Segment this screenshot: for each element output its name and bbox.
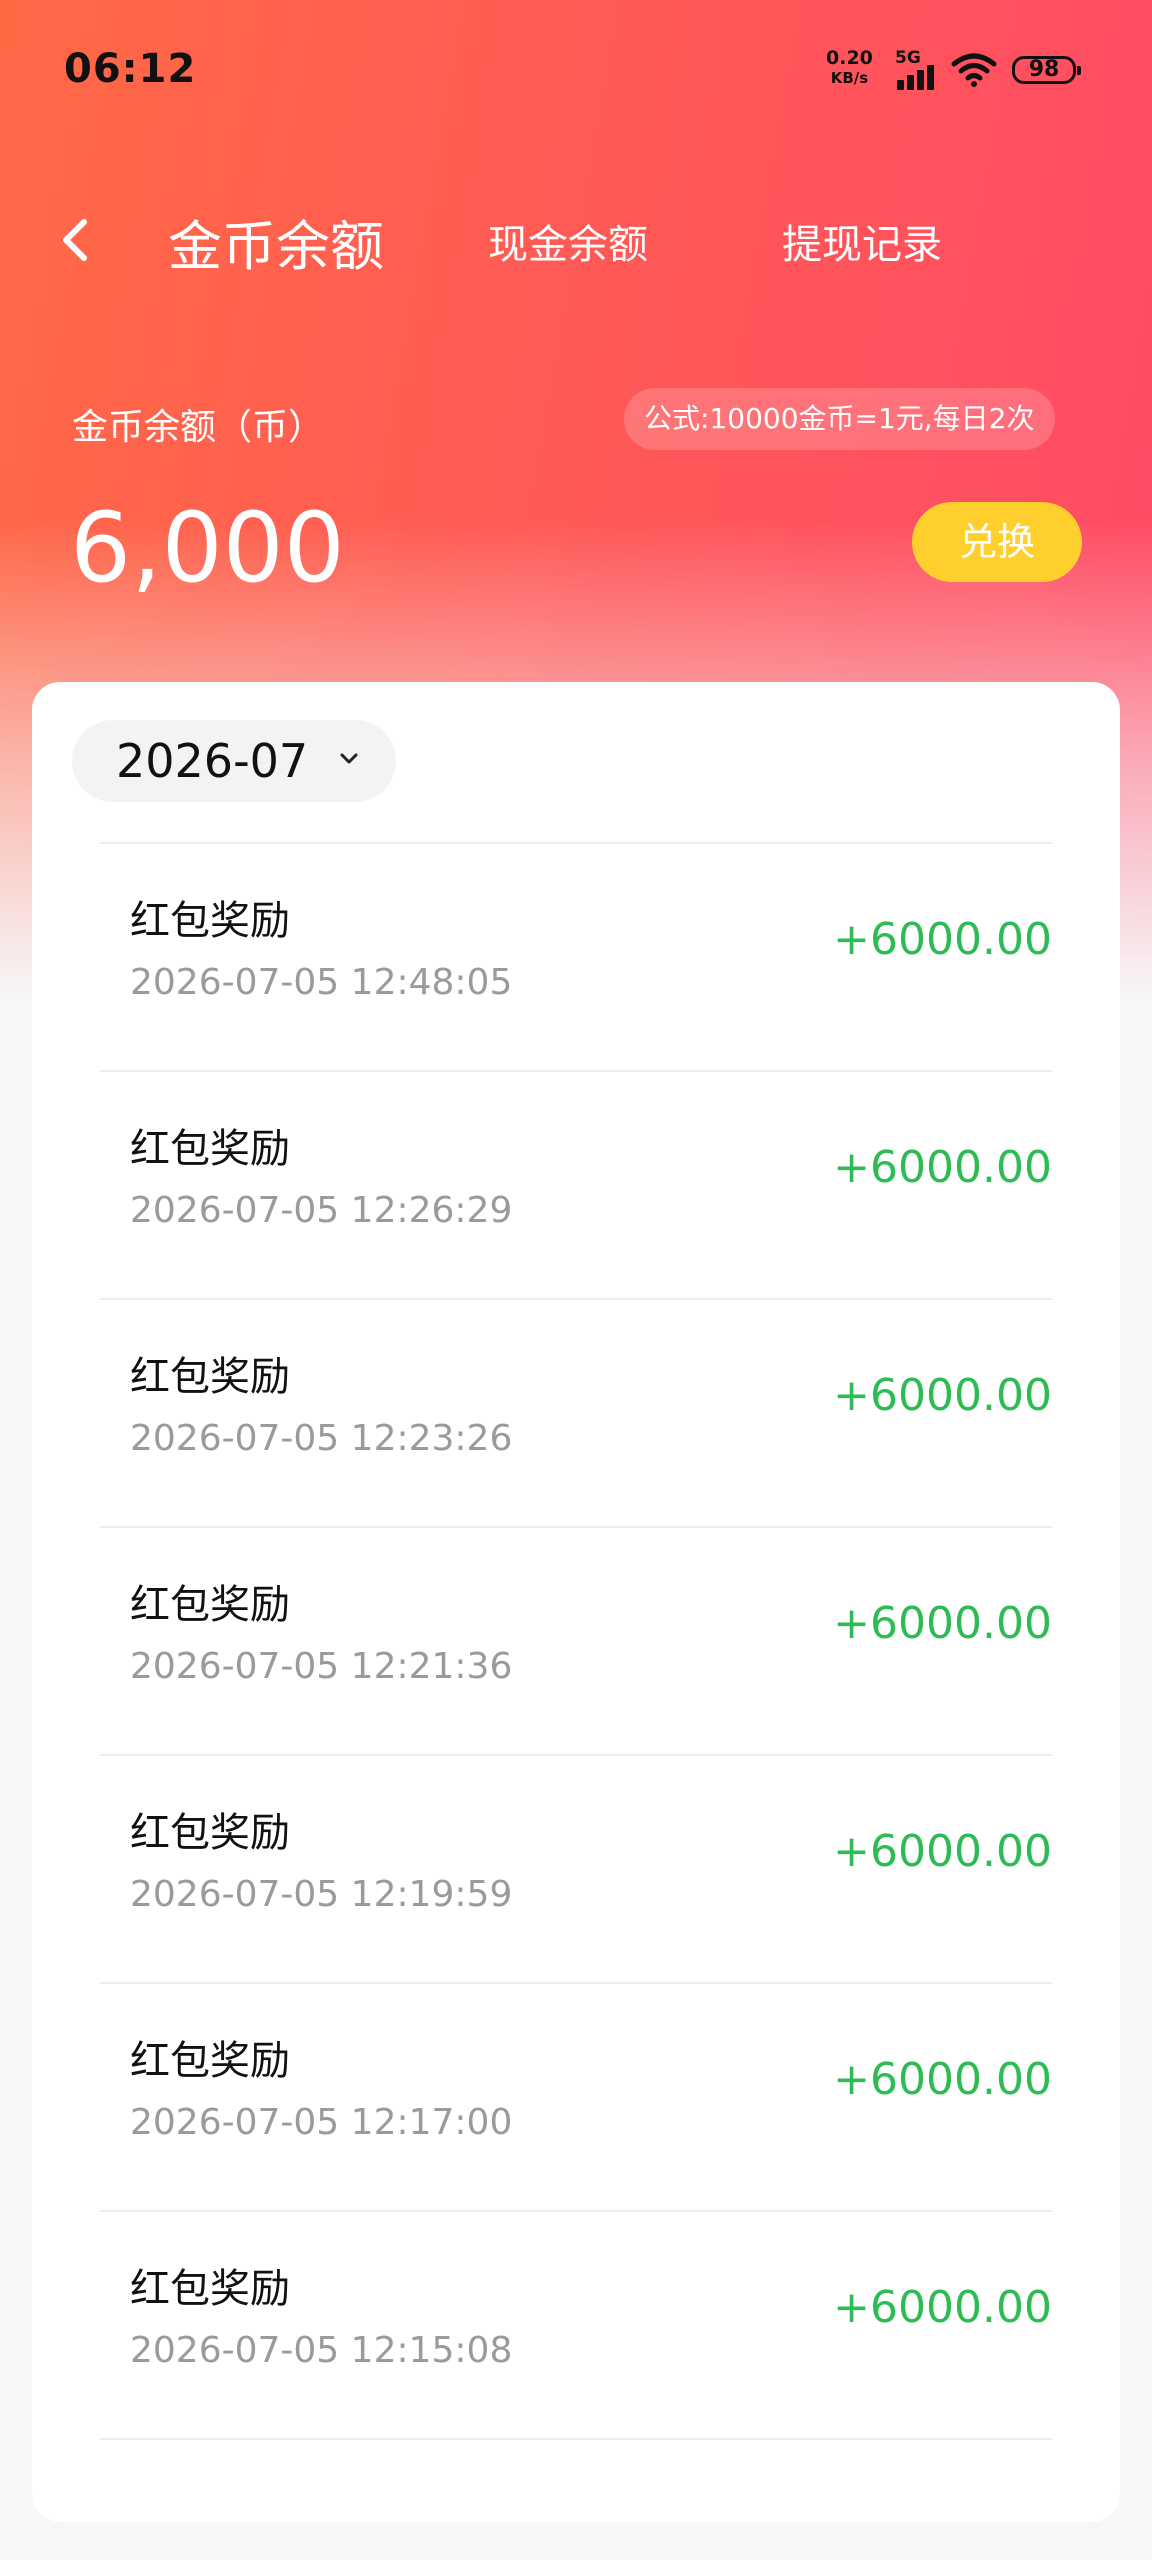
tab-cash-balance[interactable]: 现金余额 — [488, 212, 648, 270]
chevron-left-icon[interactable] — [52, 210, 102, 270]
record-row: 红包奖励 2026-07-05 12:21:36 +6000.00 — [100, 1526, 1052, 1754]
record-row: 红包奖励 2026-07-05 12:48:05 +6000.00 — [100, 842, 1052, 1070]
balance-label: 金币余额（币） — [72, 407, 325, 448]
records-list: 红包奖励 2026-07-05 12:48:05 +6000.00 红包奖励 2… — [32, 842, 1120, 2440]
coin-balance-value: 6,000 — [70, 492, 345, 604]
record-title: 红包奖励 — [130, 1582, 290, 1628]
record-amount: +6000.00 — [833, 914, 1052, 965]
record-time: 2026-07-05 12:26:29 — [130, 1190, 513, 1231]
status-time: 06:12 — [64, 46, 197, 92]
record-title: 红包奖励 — [130, 2038, 290, 2084]
tab-coin-balance[interactable]: 金币余额 — [168, 202, 384, 281]
record-amount: +6000.00 — [833, 2282, 1052, 2333]
record-time: 2026-07-05 12:17:00 — [130, 2102, 513, 2143]
record-amount: +6000.00 — [833, 1598, 1052, 1649]
status-bar: 06:12 0.20 KB/s 5G 98 — [0, 0, 1152, 140]
record-amount: +6000.00 — [833, 2054, 1052, 2105]
records-card: 2026-07 红包奖励 2026-07-05 12:48:05 +6000.0… — [32, 682, 1120, 2522]
record-time: 2026-07-05 12:19:59 — [130, 1874, 513, 1915]
battery-indicator: 98 — [1012, 56, 1081, 84]
record-title: 红包奖励 — [130, 898, 290, 944]
month-value: 2026-07 — [116, 734, 309, 788]
network-type: 5G — [895, 48, 921, 68]
record-row: 红包奖励 2026-07-05 12:15:08 +6000.00 — [100, 2210, 1052, 2438]
network-speed: 0.20 KB/s — [826, 48, 873, 88]
list-divider — [100, 2438, 1052, 2440]
top-nav: 金币余额 现金余额 提现记录 — [0, 180, 1152, 300]
network-speed-unit: KB/s — [830, 69, 869, 87]
record-time: 2026-07-05 12:48:05 — [130, 962, 513, 1003]
record-row: 红包奖励 2026-07-05 12:23:26 +6000.00 — [100, 1298, 1052, 1526]
record-title: 红包奖励 — [130, 1126, 290, 1172]
record-amount: +6000.00 — [833, 1370, 1052, 1421]
network-speed-value: 0.20 — [826, 47, 873, 69]
record-amount: +6000.00 — [833, 1142, 1052, 1193]
record-title: 红包奖励 — [130, 1810, 290, 1856]
record-time: 2026-07-05 12:21:36 — [130, 1646, 513, 1687]
wifi-icon — [951, 53, 997, 87]
tab-withdraw-records[interactable]: 提现记录 — [782, 212, 942, 270]
month-selector[interactable]: 2026-07 — [72, 720, 396, 802]
chevron-down-icon — [340, 753, 358, 764]
record-time: 2026-07-05 12:23:26 — [130, 1418, 513, 1459]
record-row: 红包奖励 2026-07-05 12:17:00 +6000.00 — [100, 1982, 1052, 2210]
exchange-button[interactable]: 兑换 — [912, 502, 1082, 582]
record-amount: +6000.00 — [833, 1826, 1052, 1877]
record-row: 红包奖励 2026-07-05 12:19:59 +6000.00 — [100, 1754, 1052, 1982]
record-title: 红包奖励 — [130, 2266, 290, 2312]
exchange-formula-badge: 公式:10000金币=1元,每日2次 — [624, 388, 1055, 450]
record-row: 红包奖励 2026-07-05 12:26:29 +6000.00 — [100, 1070, 1052, 1298]
signal-icon: 5G — [893, 48, 941, 90]
record-time: 2026-07-05 12:15:08 — [130, 2330, 513, 2371]
record-title: 红包奖励 — [130, 1354, 290, 1400]
